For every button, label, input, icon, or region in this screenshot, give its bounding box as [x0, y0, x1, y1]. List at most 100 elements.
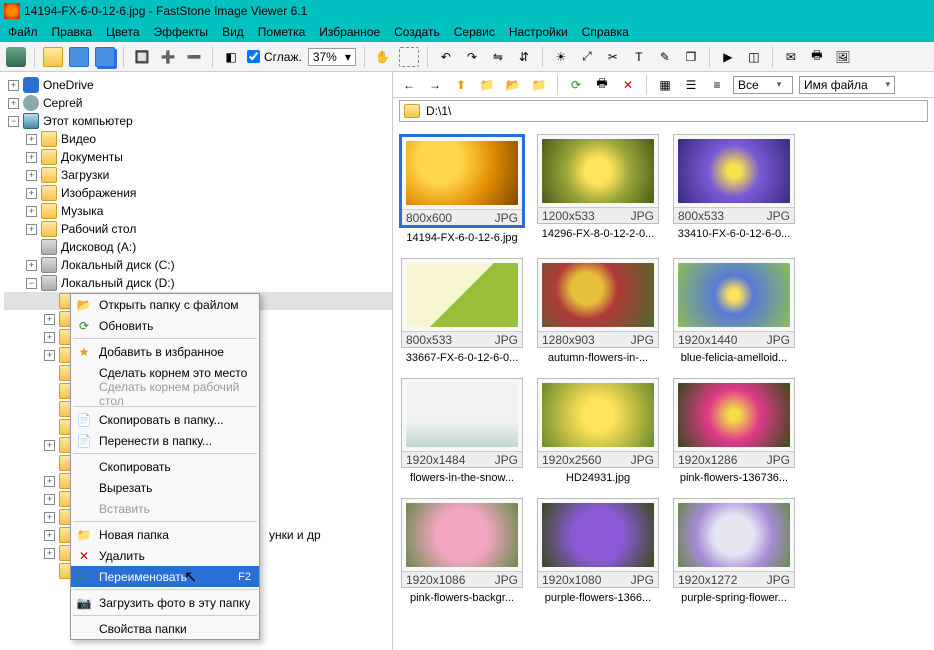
- sort-combo[interactable]: Имя файла▾: [799, 76, 895, 94]
- thumbnail-image: [542, 503, 654, 567]
- thumbnail-image: [406, 141, 518, 205]
- forward-icon[interactable]: →: [425, 75, 445, 95]
- thumbnail-item[interactable]: 1920x1440JPGblue-felicia-amelloid...: [673, 258, 795, 364]
- up-icon[interactable]: ⬆: [451, 75, 471, 95]
- ctx-delete[interactable]: ✕Удалить: [71, 545, 259, 566]
- zoom-out-icon[interactable]: ➖: [184, 47, 204, 67]
- ctx-refresh[interactable]: ⟳Обновить: [71, 315, 259, 336]
- tree-drivec[interactable]: +Локальный диск (C:): [4, 256, 392, 274]
- ctx-props[interactable]: Свойства папки: [71, 618, 259, 639]
- hand-icon[interactable]: ✋: [373, 47, 393, 67]
- thumb-format: JPG: [631, 209, 654, 223]
- tree-thispc[interactable]: −Этот компьютер: [4, 112, 392, 130]
- tree-downloads[interactable]: +Загрузки: [4, 166, 392, 184]
- thumbnail-item[interactable]: 1920x1080JPGpurple-flowers-1366...: [537, 498, 659, 604]
- thumbnail-item[interactable]: 1920x1484JPGflowers-in-the-snow...: [401, 378, 523, 484]
- menu-effects[interactable]: Эффекты: [154, 25, 209, 39]
- text-icon[interactable]: T: [629, 47, 649, 67]
- zoom-in-icon[interactable]: ➕: [158, 47, 178, 67]
- acquire-icon[interactable]: [6, 47, 26, 67]
- thumbnail-image: [542, 139, 654, 203]
- thumbnail-item[interactable]: 800x533JPG33410-FX-6-0-12-6-0...: [673, 134, 795, 244]
- history-icon[interactable]: 📂: [503, 75, 523, 95]
- tree-user[interactable]: +Сергей: [4, 94, 392, 112]
- menu-settings[interactable]: Настройки: [509, 25, 568, 39]
- ctx-new-folder[interactable]: 📁Новая папка: [71, 524, 259, 545]
- tree-onedrive[interactable]: +OneDrive: [4, 76, 392, 94]
- thumb-dimensions: 800x533: [406, 333, 452, 347]
- ctx-copy[interactable]: Скопировать: [71, 456, 259, 477]
- thumbnail-item[interactable]: 800x533JPG33667-FX-6-0-12-6-0...: [401, 258, 523, 364]
- select-icon[interactable]: [399, 47, 419, 67]
- brightness-icon[interactable]: ☀: [551, 47, 571, 67]
- tree-drivea[interactable]: Дисковод (A:): [4, 238, 392, 256]
- thumb-dimensions: 800x533: [678, 209, 724, 223]
- save-all-icon[interactable]: [95, 47, 115, 67]
- zoom-combo[interactable]: 37% ▾: [308, 48, 356, 66]
- address-bar[interactable]: D:\1\: [399, 100, 928, 122]
- tree-video[interactable]: +Видео: [4, 130, 392, 148]
- fav-folder-icon[interactable]: 📁: [477, 75, 497, 95]
- view-details-icon[interactable]: ≡: [707, 75, 727, 95]
- view-list-icon[interactable]: ☰: [681, 75, 701, 95]
- folder-icon[interactable]: 📁: [529, 75, 549, 95]
- tree-images[interactable]: +Изображения: [4, 184, 392, 202]
- back-icon[interactable]: ←: [399, 75, 419, 95]
- filter-combo[interactable]: Все▾: [733, 76, 793, 94]
- save-icon[interactable]: [69, 47, 89, 67]
- ctx-upload[interactable]: 📷Загрузить фото в эту папку: [71, 592, 259, 613]
- tree-music[interactable]: +Музыка: [4, 202, 392, 220]
- email-icon[interactable]: ✉: [781, 47, 801, 67]
- crop-icon[interactable]: ✂: [603, 47, 623, 67]
- menu-file[interactable]: Файл: [8, 25, 38, 39]
- ctx-rename[interactable]: 🄰ПереименоватьF2: [71, 566, 259, 587]
- view-thumbs-icon[interactable]: ▦: [655, 75, 675, 95]
- smooth-checkbox[interactable]: Сглаж.: [247, 50, 302, 64]
- rotate-right-icon[interactable]: ↷: [462, 47, 482, 67]
- folder-open-icon: 📂: [76, 297, 92, 313]
- menu-help[interactable]: Справка: [582, 25, 629, 39]
- wallpaper-icon[interactable]: 🖼: [833, 47, 853, 67]
- resize-icon[interactable]: ⤢: [577, 47, 597, 67]
- draw-icon[interactable]: ✎: [655, 47, 675, 67]
- thumbnail-item[interactable]: 1920x2560JPGHD24931.jpg: [537, 378, 659, 484]
- zoom-fit-icon[interactable]: 🔲: [132, 47, 152, 67]
- menu-tag[interactable]: Пометка: [258, 25, 306, 39]
- smooth-label: Сглаж.: [264, 50, 302, 64]
- thumbnail-item[interactable]: 1200x533JPG14296-FX-8-0-12-2-0...: [537, 134, 659, 244]
- slideshow-icon[interactable]: ▶: [718, 47, 738, 67]
- tree-drived[interactable]: −Локальный диск (D:): [4, 274, 392, 292]
- thumbnail-item[interactable]: 1920x1086JPGpink-flowers-backgr...: [401, 498, 523, 604]
- menu-create[interactable]: Создать: [394, 25, 440, 39]
- ctx-add-fav[interactable]: ★Добавить в избранное: [71, 341, 259, 362]
- compare-icon[interactable]: ◫: [744, 47, 764, 67]
- open-icon[interactable]: [43, 47, 63, 67]
- ctx-move-to[interactable]: 📄Перенести в папку...: [71, 430, 259, 451]
- print-icon[interactable]: 🖶: [592, 75, 612, 95]
- menu-colors[interactable]: Цвета: [106, 25, 139, 39]
- menu-view[interactable]: Вид: [222, 25, 244, 39]
- thumbnail-item[interactable]: 800x600JPG14194-FX-6-0-12-6.jpg: [401, 134, 523, 244]
- menu-edit[interactable]: Правка: [52, 25, 93, 39]
- tree-desktop[interactable]: +Рабочий стол: [4, 220, 392, 238]
- thumbnail-item[interactable]: 1920x1286JPGpink-flowers-136736...: [673, 378, 795, 484]
- view-mode-icon[interactable]: ◧: [221, 47, 241, 67]
- smooth-check-input[interactable]: [247, 50, 260, 63]
- ctx-cut[interactable]: Вырезать: [71, 477, 259, 498]
- ctx-copy-to[interactable]: 📄Скопировать в папку...: [71, 409, 259, 430]
- thumb-dimensions: 1920x1272: [678, 573, 737, 587]
- tree-docs[interactable]: +Документы: [4, 148, 392, 166]
- refresh-icon[interactable]: ⟳: [566, 75, 586, 95]
- rotate-left-icon[interactable]: ↶: [436, 47, 456, 67]
- delete-icon[interactable]: ✕: [618, 75, 638, 95]
- thumbnail-item[interactable]: 1280x903JPGautumn-flowers-in-...: [537, 258, 659, 364]
- thumb-format: JPG: [495, 573, 518, 587]
- thumbnail-item[interactable]: 1920x1272JPGpurple-spring-flower...: [673, 498, 795, 604]
- clone-icon[interactable]: ❐: [681, 47, 701, 67]
- flip-v-icon[interactable]: ⇵: [514, 47, 534, 67]
- menu-fav[interactable]: Избранное: [319, 25, 380, 39]
- menu-service[interactable]: Сервис: [454, 25, 495, 39]
- flip-h-icon[interactable]: ⇋: [488, 47, 508, 67]
- ctx-open-folder[interactable]: 📂Открыть папку с файлом: [71, 294, 259, 315]
- print-icon[interactable]: 🖶: [807, 47, 827, 67]
